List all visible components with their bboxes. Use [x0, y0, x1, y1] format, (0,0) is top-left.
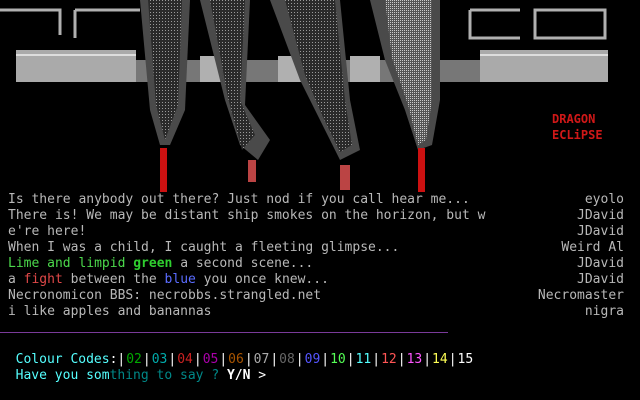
- chat-text-segment: between the: [62, 272, 165, 287]
- ansi-banner-art: [0, 0, 608, 192]
- prompt-text-part2: thing to say ?: [109, 368, 227, 383]
- chat-message: Necronomicon BBS: necrobbs.strangled.net…: [8, 288, 624, 304]
- colour-code-13: 13: [406, 352, 423, 367]
- chat-message: Is there anybody out there? Just nod if …: [8, 192, 624, 208]
- chat-text-segment: fight: [23, 272, 63, 287]
- code-separator: |: [448, 352, 457, 367]
- prompt-arrow: >: [250, 368, 267, 383]
- chat-message-text: e're here!: [8, 224, 87, 239]
- chat-message-text: Necronomicon BBS: necrobbs.strangled.net: [8, 288, 322, 303]
- chat-username: JDavid: [577, 208, 624, 223]
- chat-message-text: When I was a child, I caught a fleeting …: [8, 240, 400, 255]
- code-separator: |: [321, 352, 330, 367]
- fang-pillars: [140, 0, 440, 192]
- prompt-choice[interactable]: Y/N: [227, 368, 250, 383]
- chat-message: Lime and limpid green a second scene... J…: [8, 256, 624, 272]
- chat-message-text: i like apples and banannas: [8, 304, 212, 319]
- code-separator: |: [397, 352, 406, 367]
- chat-message: i like apples and banannas nigra: [8, 304, 624, 320]
- code-separator: |: [423, 352, 432, 367]
- code-separator: |: [346, 352, 355, 367]
- chat-message-text: Is there anybody out there? Just nod if …: [8, 192, 470, 207]
- prompt-text-part1: Have you som: [15, 368, 110, 383]
- chat-username: eyolo: [584, 192, 624, 207]
- chat-message: e're here! JDavid: [8, 224, 624, 240]
- chat-username: JDavid: [577, 272, 624, 287]
- chat-text-segment: a: [8, 272, 24, 287]
- chat-text-segment: blue: [164, 272, 196, 287]
- code-separator: |: [372, 352, 381, 367]
- colour-code-09: 09: [304, 352, 321, 367]
- chat-log: Is there anybody out there? Just nod if …: [8, 192, 624, 320]
- colour-code-11: 11: [355, 352, 372, 367]
- chat-message: When I was a child, I caught a fleeting …: [8, 240, 624, 256]
- chat-text-segment: you once knew...: [195, 272, 329, 287]
- chat-username: nigra: [584, 304, 624, 319]
- chat-username: Weird Al: [561, 240, 624, 255]
- divider: [0, 332, 448, 333]
- colour-code-10: 10: [330, 352, 346, 367]
- chat-text-segment: green: [133, 256, 173, 271]
- chat-text-segment: a second scene...: [172, 256, 314, 271]
- brand-line-eclipse: ECLiPSE: [552, 128, 603, 142]
- chat-message-text: a fight between the blue you once knew..…: [8, 272, 514, 288]
- colour-code-15: 15: [457, 352, 474, 367]
- code-separator: |: [270, 352, 279, 367]
- brand-line-dragon: DRAGON: [552, 112, 596, 126]
- chat-username: JDavid: [577, 256, 624, 271]
- chat-username: Necromaster: [537, 288, 624, 303]
- colour-code-14: 14: [432, 352, 448, 367]
- chat-message-text: There is! We may be distant ship smokes …: [8, 208, 486, 223]
- chat-message: There is! We may be distant ship smokes …: [8, 208, 624, 224]
- colour-codes-bar: Colour Codes:|02|03|04|05|06|07|08|09|10…: [15, 352, 474, 367]
- chat-text-segment: Lime and limpid: [8, 256, 134, 271]
- chat-username: JDavid: [577, 224, 624, 239]
- input-prompt[interactable]: Have you somthing to say ? Y/N >: [0, 352, 266, 383]
- chat-message-text: Lime and limpid green a second scene...: [8, 256, 514, 272]
- colour-code-12: 12: [381, 352, 397, 367]
- colour-code-08: 08: [279, 352, 295, 367]
- chat-message: a fight between the blue you once knew..…: [8, 272, 624, 288]
- code-separator: |: [295, 352, 304, 367]
